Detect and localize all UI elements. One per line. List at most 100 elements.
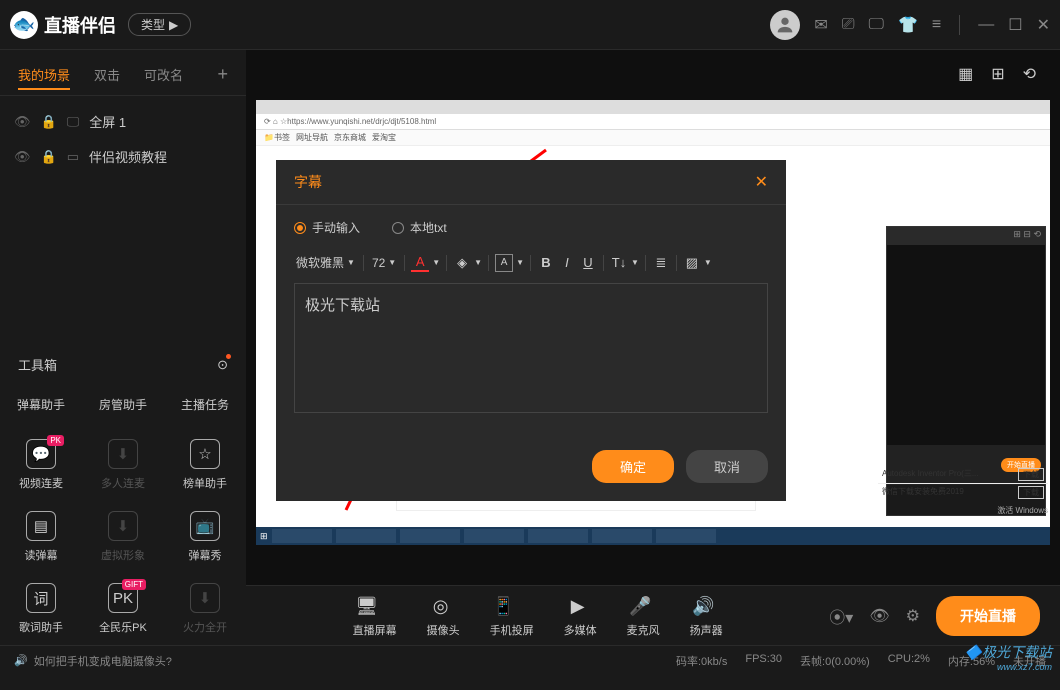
chevron-down-icon: ▼ bbox=[388, 258, 396, 267]
underline-button[interactable]: U bbox=[579, 254, 597, 272]
tool-label: 榜单助手 bbox=[164, 475, 246, 491]
scene-item[interactable]: 👁 🔒 🖵 全屏 1 bbox=[0, 104, 246, 139]
zhubo-task[interactable]: 主播任务 bbox=[164, 396, 246, 413]
canvas: ▦ ⊞ ⟲ ⟳ ⌂ ☆ https://www.yunqishi.net/drj… bbox=[246, 50, 1060, 645]
dl-btn: 下载 bbox=[1018, 468, 1044, 481]
tool-label: 歌词助手 bbox=[0, 619, 82, 635]
source-mic[interactable]: 🎤麦克风 bbox=[627, 594, 660, 638]
tab-dblclick[interactable]: 双击 bbox=[94, 65, 120, 84]
italic-button[interactable]: I bbox=[558, 254, 576, 272]
eye-icon[interactable]: 👁 bbox=[869, 606, 889, 626]
subtitle-textarea[interactable] bbox=[294, 283, 768, 413]
lyrics-icon: 词 bbox=[26, 583, 56, 613]
ok-button[interactable]: 确定 bbox=[592, 450, 674, 483]
text-direction-button[interactable]: T↓ bbox=[610, 254, 628, 272]
menu-icon[interactable]: ≡ bbox=[932, 16, 941, 34]
minimize-icon[interactable]: — bbox=[978, 16, 994, 34]
lock-icon[interactable]: 🔒 bbox=[41, 114, 57, 130]
source-screen[interactable]: 🖥直播屏幕 bbox=[353, 594, 397, 638]
maximize-icon[interactable]: ☐ bbox=[1008, 15, 1022, 35]
scene-item[interactable]: 👁 🔒 ▭ 伴侣视频教程 bbox=[0, 139, 246, 174]
status-tip[interactable]: 如何把手机变成电脑摄像头? bbox=[34, 653, 172, 669]
size-select[interactable]: 72▼ bbox=[370, 254, 398, 272]
tshirt-icon[interactable]: 👕 bbox=[898, 15, 918, 35]
tool-lyrics[interactable]: 词 歌词助手 bbox=[0, 573, 82, 645]
taskbar: ⊞ bbox=[256, 527, 1050, 545]
type-dropdown[interactable]: 类型 ▶ bbox=[128, 13, 191, 36]
chevron-down-icon: ▼ bbox=[347, 258, 355, 267]
tab-rename[interactable]: 可改名 bbox=[144, 65, 183, 84]
watermark-name: 极光下载站 bbox=[982, 644, 1052, 660]
source-label: 直播屏幕 bbox=[353, 622, 397, 638]
source-label: 手机投屏 bbox=[490, 622, 534, 638]
titlebar: 🐟 直播伴侣 类型 ▶ ✉ ⎚ 🖵 👕 ≡ — ☐ ✕ bbox=[0, 0, 1060, 50]
dialog-close-button[interactable]: ✕ bbox=[755, 172, 768, 192]
font-select[interactable]: 微软雅黑▼ bbox=[294, 252, 357, 273]
preview-area[interactable]: ⟳ ⌂ ☆ https://www.yunqishi.net/drjc/djt/… bbox=[256, 100, 1050, 545]
tool-pk[interactable]: GIFT PK 全民乐PK bbox=[82, 573, 164, 645]
radio-manual[interactable]: 手动输入 bbox=[294, 219, 360, 236]
mail-icon[interactable]: ✉ bbox=[814, 15, 827, 35]
source-media[interactable]: ▶多媒体 bbox=[564, 594, 597, 638]
color-button[interactable]: A bbox=[411, 254, 429, 272]
star-icon: ☆ bbox=[190, 439, 220, 469]
tool-label: 视频连麦 bbox=[0, 475, 82, 491]
tool-danmu-show[interactable]: 📺 弹幕秀 bbox=[164, 501, 246, 573]
tab-scenes[interactable]: 我的场景 bbox=[18, 65, 70, 90]
speaker-icon[interactable]: 🔊 bbox=[14, 654, 28, 667]
screen-icon[interactable]: ⎚ bbox=[842, 16, 855, 34]
bold-button[interactable]: B bbox=[537, 254, 555, 272]
close-icon[interactable]: ✕ bbox=[1037, 15, 1050, 35]
share-icon[interactable]: ⟲ bbox=[1023, 64, 1036, 84]
box-button[interactable]: ▨ bbox=[683, 254, 701, 272]
radio-txt[interactable]: 本地txt bbox=[392, 219, 447, 236]
activate-text: 激活 Windows bbox=[878, 505, 1048, 516]
camera-icon: ◎ bbox=[427, 594, 455, 620]
sidebar: 我的场景 双击 可改名 + 👁 🔒 🖵 全屏 1 👁 🔒 ▭ 伴侣视频教程 工具… bbox=[0, 50, 246, 645]
font-size: 72 bbox=[372, 256, 385, 270]
start-stream-button[interactable]: 开始直播 bbox=[936, 596, 1040, 636]
record-icon[interactable]: ⦿▾ bbox=[829, 604, 853, 628]
tool-rank-helper[interactable]: ☆ 榜单助手 bbox=[164, 429, 246, 501]
chevron-down-icon[interactable]: ▼ bbox=[474, 258, 482, 267]
tool-read-danmu[interactable]: ▤ 读弹幕 bbox=[0, 501, 82, 573]
eye-icon[interactable]: 👁 bbox=[14, 149, 31, 165]
play-icon: ▶ bbox=[169, 18, 178, 32]
tool-fire[interactable]: ⬇ 火力全开 bbox=[164, 573, 246, 645]
logo-text: 直播伴侣 bbox=[44, 12, 116, 38]
tool-multi-link[interactable]: ⬇ 多人连麦 bbox=[82, 429, 164, 501]
source-label: 摄像头 bbox=[427, 622, 460, 638]
dialog-title: 字幕 bbox=[294, 172, 322, 192]
chevron-down-icon[interactable]: ▼ bbox=[516, 258, 524, 267]
cancel-button[interactable]: 取消 bbox=[686, 450, 768, 483]
lock-icon[interactable]: 🔒 bbox=[41, 149, 57, 165]
grid-icon[interactable]: ▦ bbox=[958, 64, 973, 84]
pk-badge: PK bbox=[47, 435, 64, 446]
chevron-down-icon[interactable]: ▼ bbox=[631, 258, 639, 267]
box-a-button[interactable]: A bbox=[495, 254, 513, 272]
chevron-down-icon[interactable]: ▼ bbox=[704, 258, 712, 267]
download-icon: ⬇ bbox=[108, 511, 138, 541]
monitor-icon: 🖵 bbox=[67, 114, 80, 130]
tool-virtual[interactable]: ⬇ 虚拟形象 bbox=[82, 501, 164, 573]
eye-icon[interactable]: 👁 bbox=[14, 114, 31, 130]
source-phone[interactable]: 📱手机投屏 bbox=[490, 594, 534, 638]
layout-icon[interactable]: ⊞ bbox=[991, 64, 1004, 84]
gear-icon[interactable]: ⚙ bbox=[906, 606, 920, 626]
more-icon[interactable]: ⊙ bbox=[217, 357, 228, 373]
add-scene-button[interactable]: + bbox=[217, 64, 228, 85]
chevron-down-icon[interactable]: ▼ bbox=[432, 258, 440, 267]
fangguan-helper[interactable]: 房管助手 bbox=[82, 396, 164, 413]
dl-item: Autodesk Inventor Pro(三... bbox=[882, 468, 979, 481]
tool-label: 虚拟形象 bbox=[82, 547, 164, 563]
dl-btn: 下载 bbox=[1018, 486, 1044, 499]
avatar[interactable] bbox=[770, 10, 800, 40]
align-button[interactable]: ≣ bbox=[652, 254, 670, 272]
monitor-icon[interactable]: 🖵 bbox=[869, 16, 884, 34]
source-camera[interactable]: ◎ 摄像头 bbox=[427, 594, 460, 638]
tool-video-link[interactable]: PK 💬 视频连麦 bbox=[0, 429, 82, 501]
source-speaker[interactable]: 🔊扬声器 bbox=[690, 594, 723, 638]
danmu-helper[interactable]: 弹幕助手 bbox=[0, 396, 82, 413]
read-icon: ▤ bbox=[26, 511, 56, 541]
diamond-button[interactable]: ◈ bbox=[453, 254, 471, 272]
